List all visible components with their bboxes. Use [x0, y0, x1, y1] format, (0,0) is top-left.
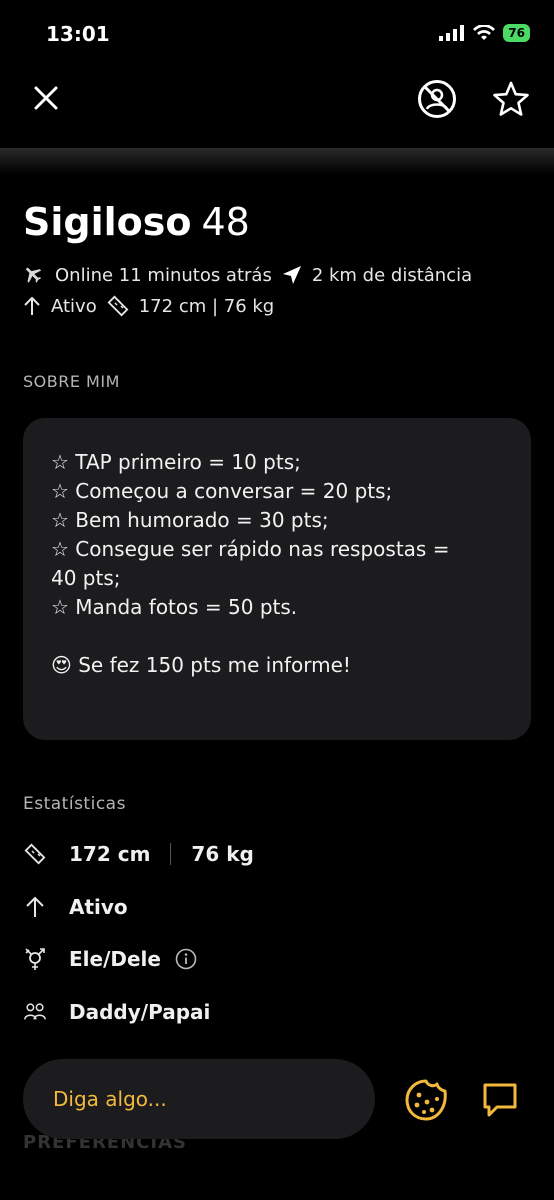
- star-icon: [493, 81, 529, 116]
- info-icon[interactable]: [175, 948, 197, 970]
- distance-text: 2 km de distância: [311, 264, 473, 286]
- stat-position-text: Ativo: [69, 895, 128, 919]
- stat-height: 172 cm: [69, 842, 151, 866]
- about-line: ☆ Bem humorado = 30 pts;: [51, 508, 329, 532]
- status-indicators: 76: [439, 24, 530, 42]
- measures-text: 172 cm | 76 kg: [138, 295, 275, 317]
- stat-pronouns: Ele/Dele: [23, 947, 197, 971]
- stat-tribe: Daddy/Papai: [23, 1000, 210, 1024]
- about-line: ☆ Consegue ser rápido nas respostas =: [51, 537, 450, 561]
- chat-bubble-icon: [483, 1083, 517, 1117]
- profile-name: Sigiloso: [23, 200, 192, 244]
- cookie-icon: [405, 1079, 447, 1121]
- close-icon: [34, 86, 58, 110]
- profile-blocked-icon: [418, 80, 456, 118]
- arrow-up-icon: [23, 895, 47, 919]
- about-card: ☆ TAP primeiro = 10 pts; ☆ Começou a con…: [23, 418, 531, 740]
- message-input[interactable]: Diga algo...: [23, 1059, 375, 1139]
- location-arrow-icon: [282, 266, 301, 284]
- meta-row-1: Online 11 minutos atrás 2 km de distânci…: [23, 264, 472, 286]
- ruler-icon: [107, 295, 129, 317]
- status-time: 13:01: [46, 22, 110, 46]
- wifi-icon: [473, 25, 496, 40]
- profile-age: 48: [201, 200, 250, 244]
- stat-body: 172 cm 76 kg: [23, 842, 254, 866]
- battery-indicator: 76: [503, 24, 530, 42]
- stats-title: Estatísticas: [23, 794, 126, 814]
- stat-tribe-text: Daddy/Papai: [69, 1000, 211, 1024]
- profile-name-row: Sigiloso 48: [23, 200, 250, 244]
- stat-pronouns-text: Ele/Dele: [69, 947, 161, 971]
- stat-position: Ativo: [23, 895, 128, 919]
- about-line: [51, 622, 503, 651]
- about-line: ☆ Manda fotos = 50 pts.: [51, 595, 298, 619]
- stat-weight: 76 kg: [191, 842, 254, 866]
- about-line: ☆ Começou a conversar = 20 pts;: [51, 479, 393, 503]
- incognito-button[interactable]: [416, 78, 458, 120]
- meta-row-2: Ativo 172 cm | 76 kg: [23, 295, 274, 317]
- arrow-up-icon: [24, 296, 40, 315]
- tap-button[interactable]: [402, 1076, 450, 1124]
- group-icon: [23, 1000, 47, 1024]
- airplane-icon: [26, 267, 42, 283]
- about-title: SOBRE MIM: [23, 372, 120, 391]
- photo-edge: [0, 148, 554, 174]
- signal-icon: [439, 25, 465, 41]
- message-placeholder: Diga algo...: [53, 1087, 167, 1111]
- about-line: 😍 Se fez 150 pts me informe!: [51, 653, 351, 677]
- position-text: Ativo: [51, 295, 97, 317]
- about-line: ☆ TAP primeiro = 10 pts;: [51, 450, 301, 474]
- online-status: Online 11 minutos atrás: [55, 264, 272, 286]
- ruler-icon: [23, 842, 47, 866]
- divider: [170, 843, 172, 865]
- about-line: 40 pts;: [51, 566, 121, 590]
- favorite-button[interactable]: [490, 78, 532, 120]
- chat-button[interactable]: [478, 1078, 522, 1122]
- close-button[interactable]: [30, 80, 62, 116]
- gender-icon: [23, 947, 47, 971]
